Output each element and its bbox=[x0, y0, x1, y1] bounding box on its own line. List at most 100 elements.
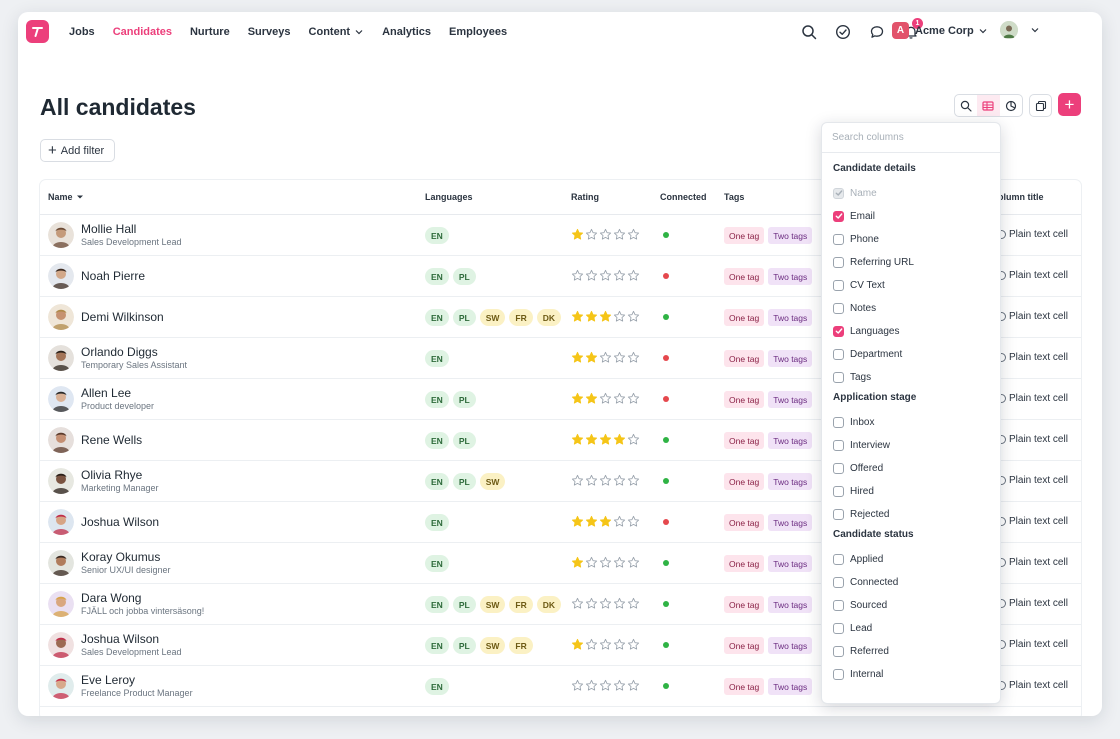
star-rating[interactable] bbox=[571, 351, 640, 364]
column-option-connected[interactable]: Connected bbox=[833, 574, 898, 590]
column-option-email[interactable]: Email bbox=[833, 208, 875, 224]
candidate-name[interactable]: Mollie Hall bbox=[81, 222, 136, 236]
checkbox[interactable] bbox=[833, 576, 844, 588]
tag-chip[interactable]: Two tags bbox=[768, 596, 813, 613]
checkbox[interactable] bbox=[833, 462, 844, 474]
candidate-name[interactable]: Eve Leroy bbox=[81, 673, 135, 687]
org-switcher[interactable]: A Acme Corp bbox=[892, 22, 988, 39]
candidate-name[interactable]: Koray Okumus bbox=[81, 550, 160, 564]
tag-chip[interactable]: Two tags bbox=[768, 268, 813, 285]
nav-link-analytics[interactable]: Analytics bbox=[382, 26, 431, 38]
tag-chip[interactable]: One tag bbox=[724, 678, 765, 695]
nav-link-employees[interactable]: Employees bbox=[449, 26, 507, 38]
name-column-header[interactable]: Name bbox=[48, 192, 84, 202]
column-option-referred[interactable]: Referred bbox=[833, 643, 889, 659]
column-option-languages[interactable]: Languages bbox=[833, 323, 900, 339]
chat-icon[interactable] bbox=[868, 23, 886, 41]
checkbox[interactable] bbox=[833, 210, 844, 222]
checkbox[interactable] bbox=[833, 439, 844, 451]
star-rating[interactable] bbox=[571, 597, 640, 610]
table-view-button[interactable] bbox=[977, 95, 1000, 116]
star-rating[interactable] bbox=[571, 310, 640, 323]
star-rating[interactable] bbox=[571, 433, 640, 446]
nav-link-surveys[interactable]: Surveys bbox=[248, 26, 291, 38]
tag-chip[interactable]: One tag bbox=[724, 350, 765, 367]
column-option-hired[interactable]: Hired bbox=[833, 483, 874, 499]
star-rating[interactable] bbox=[571, 515, 640, 528]
column-option-referring-url[interactable]: Referring URL bbox=[833, 254, 914, 270]
user-menu[interactable] bbox=[1000, 21, 1040, 39]
tag-chip[interactable]: Two tags bbox=[768, 350, 813, 367]
tags-column-header[interactable]: Tags bbox=[724, 192, 744, 202]
search-view-button[interactable] bbox=[955, 95, 977, 116]
checkbox[interactable] bbox=[833, 416, 844, 428]
nav-link-nurture[interactable]: Nurture bbox=[190, 26, 230, 38]
star-rating[interactable] bbox=[571, 269, 640, 282]
nav-link-jobs[interactable]: Jobs bbox=[69, 26, 95, 38]
tag-chip[interactable]: One tag bbox=[724, 473, 765, 490]
app-logo[interactable] bbox=[26, 20, 49, 43]
column-option-cv-text[interactable]: CV Text bbox=[833, 277, 885, 293]
column-option-notes[interactable]: Notes bbox=[833, 300, 876, 316]
star-rating[interactable] bbox=[571, 392, 640, 405]
tag-chip[interactable]: One tag bbox=[724, 309, 765, 326]
checkbox[interactable] bbox=[833, 256, 844, 268]
checkbox[interactable] bbox=[833, 233, 844, 245]
checkbox[interactable] bbox=[833, 622, 844, 634]
tag-chip[interactable]: Two tags bbox=[768, 227, 813, 244]
tag-chip[interactable]: One tag bbox=[724, 514, 765, 531]
column-option-phone[interactable]: Phone bbox=[833, 231, 879, 247]
column-option-rejected[interactable]: Rejected bbox=[833, 506, 889, 522]
checkbox[interactable] bbox=[833, 279, 844, 291]
candidate-name[interactable]: Demi Wilkinson bbox=[81, 310, 164, 324]
star-rating[interactable] bbox=[571, 474, 640, 487]
star-rating[interactable] bbox=[571, 228, 640, 241]
tag-chip[interactable]: Two tags bbox=[768, 555, 813, 572]
rating-column-header[interactable]: Rating bbox=[571, 192, 599, 202]
column-option-inbox[interactable]: Inbox bbox=[833, 414, 874, 430]
search-columns-input[interactable] bbox=[822, 123, 1000, 152]
column-option-department[interactable]: Department bbox=[833, 346, 902, 362]
checkbox[interactable] bbox=[833, 485, 844, 497]
tag-chip[interactable]: Two tags bbox=[768, 432, 813, 449]
checkbox[interactable] bbox=[833, 645, 844, 657]
column-option-offered[interactable]: Offered bbox=[833, 460, 883, 476]
tag-chip[interactable]: Two tags bbox=[768, 473, 813, 490]
add-filter-button[interactable]: + Add filter bbox=[40, 139, 115, 162]
checkbox[interactable] bbox=[833, 599, 844, 611]
add-button[interactable]: + bbox=[1058, 93, 1081, 116]
candidate-name[interactable]: Joshua Wilson bbox=[81, 632, 159, 646]
candidate-name[interactable]: Allen Lee bbox=[81, 386, 131, 400]
checkbox[interactable] bbox=[833, 302, 844, 314]
column-option-interview[interactable]: Interview bbox=[833, 437, 890, 453]
chart-view-button[interactable] bbox=[1000, 95, 1022, 116]
star-rating[interactable] bbox=[571, 556, 640, 569]
tag-chip[interactable]: One tag bbox=[724, 391, 765, 408]
tag-chip[interactable]: Two tags bbox=[768, 391, 813, 408]
nav-link-candidates[interactable]: Candidates bbox=[113, 26, 172, 38]
column-option-tags[interactable]: Tags bbox=[833, 369, 871, 385]
checkbox[interactable] bbox=[833, 371, 844, 383]
checkbox[interactable] bbox=[833, 325, 844, 337]
column-option-sourced[interactable]: Sourced bbox=[833, 597, 887, 613]
column-title-header[interactable]: olumn title bbox=[998, 192, 1044, 202]
tag-chip[interactable]: Two tags bbox=[768, 514, 813, 531]
candidate-name[interactable]: Rene Wells bbox=[81, 433, 142, 447]
checkbox[interactable] bbox=[833, 668, 844, 680]
tag-chip[interactable]: One tag bbox=[724, 432, 765, 449]
search-icon[interactable] bbox=[800, 23, 818, 41]
star-rating[interactable] bbox=[571, 679, 640, 692]
tag-chip[interactable]: One tag bbox=[724, 596, 765, 613]
candidate-name[interactable]: Orlando Diggs bbox=[81, 345, 158, 359]
candidate-name[interactable]: Dara Wong bbox=[81, 591, 141, 605]
checkbox[interactable] bbox=[833, 508, 844, 520]
tag-chip[interactable]: Two tags bbox=[768, 678, 813, 695]
check-circle-icon[interactable] bbox=[834, 23, 852, 41]
column-option-internal[interactable]: Internal bbox=[833, 666, 883, 682]
copy-button[interactable] bbox=[1029, 94, 1052, 117]
candidate-name[interactable]: Joshua Wilson bbox=[81, 515, 159, 529]
column-option-applied[interactable]: Applied bbox=[833, 551, 883, 567]
star-rating[interactable] bbox=[571, 638, 640, 651]
checkbox[interactable] bbox=[833, 553, 844, 565]
tag-chip[interactable]: Two tags bbox=[768, 637, 813, 654]
